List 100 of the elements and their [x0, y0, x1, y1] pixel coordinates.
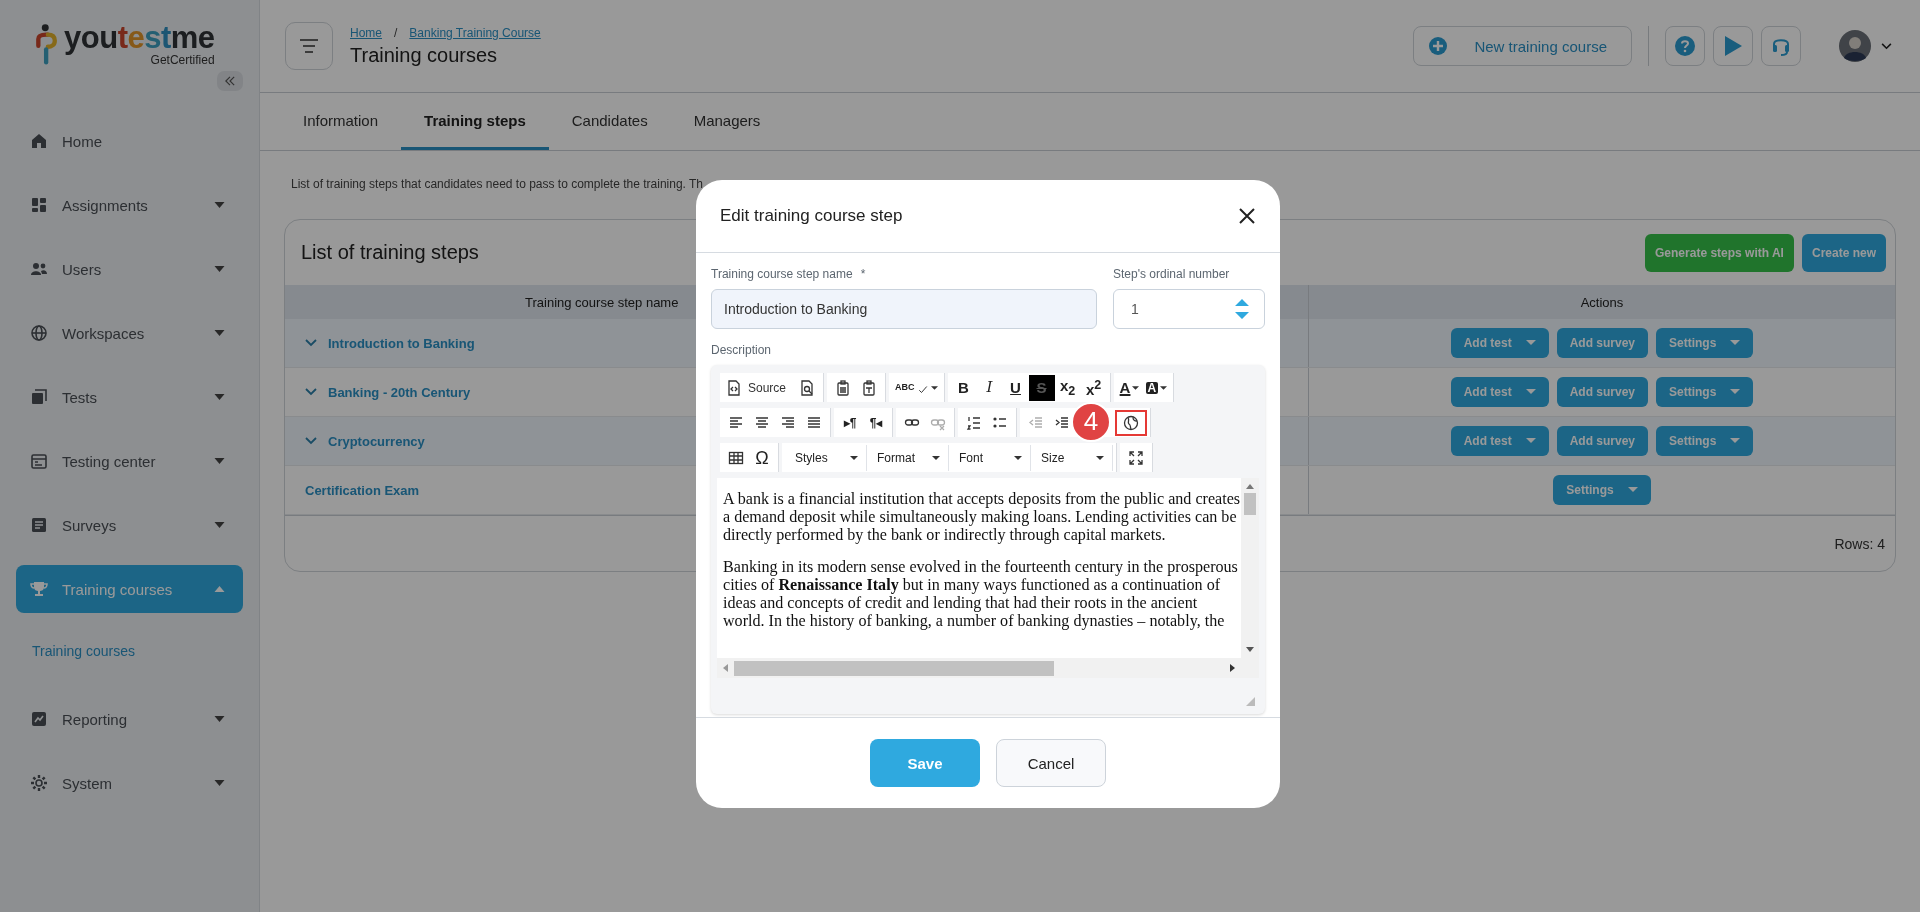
globe-button[interactable] [1115, 409, 1147, 436]
page-description: List of training steps that candidates need to pass to complete the training. Th [291, 177, 705, 191]
row-action-button[interactable]: Settings [1553, 475, 1651, 505]
create-button[interactable]: Create new [1801, 233, 1886, 272]
card-title: List of training steps [301, 241, 479, 264]
ltr-button[interactable]: ▸¶ [837, 409, 863, 436]
ordinal-number-field[interactable]: 1 [1113, 289, 1265, 329]
rtl-button[interactable]: ¶◂ [863, 409, 889, 436]
menu-button[interactable] [285, 22, 333, 70]
sidebar-item-label: Users [62, 260, 103, 278]
dropdown-button[interactable]: Format [867, 444, 949, 471]
tab[interactable]: Information [280, 93, 402, 150]
dropdown-button[interactable]: Styles [785, 444, 867, 471]
column-header: Actions [1579, 293, 1625, 312]
dropdown-button[interactable]: Font [949, 444, 1031, 471]
superscript-button[interactable]: x$^{2}$ [1080, 374, 1107, 401]
logo-wordmark: youtestme [64, 22, 215, 53]
sidebar-item[interactable]: Users [16, 245, 243, 294]
help-icon [1674, 35, 1696, 57]
sidebar-item-label: Home [62, 132, 103, 150]
scrollbar-thumb[interactable] [734, 660, 1054, 676]
row-action-button[interactable]: Settings [1656, 328, 1754, 358]
breadcrumb-link[interactable]: Banking Training Course [409, 25, 541, 40]
background-color-button[interactable]: A [1142, 374, 1171, 401]
scroll-right-icon[interactable] [1230, 664, 1235, 672]
cancel-button[interactable]: Cancel [996, 739, 1106, 787]
spinner-arrows-icon[interactable] [1235, 298, 1249, 320]
sidebar-item[interactable]: Assignments [16, 181, 243, 230]
breadcrumb-link[interactable]: Home [350, 25, 382, 40]
step-link[interactable]: Introduction to Banking [328, 335, 475, 351]
tab[interactable]: Managers [670, 93, 784, 150]
chevron-down-icon[interactable] [1881, 42, 1892, 50]
indent-icon [1054, 414, 1070, 431]
align-left-icon [728, 414, 744, 431]
sidebar-subitem[interactable]: Training courses [16, 629, 243, 672]
row-action-button[interactable]: Settings [1656, 426, 1754, 456]
user-avatar[interactable] [1839, 30, 1871, 62]
scroll-up-icon[interactable] [1246, 484, 1254, 489]
strike-button[interactable]: S [1028, 374, 1055, 401]
caret-icon [1525, 340, 1536, 346]
row-action-button[interactable]: Add survey [1556, 377, 1648, 407]
row-action-button[interactable]: Add test [1450, 328, 1549, 358]
chevron-icon[interactable] [305, 339, 317, 347]
row-action-button[interactable]: Add test [1450, 426, 1549, 456]
vertical-scrollbar[interactable] [1241, 478, 1259, 658]
row-action-button[interactable]: Add test [1450, 377, 1549, 407]
maximize-icon [1128, 449, 1144, 466]
trophy-icon [30, 580, 48, 599]
sidebar-item[interactable]: System [16, 759, 243, 808]
text-color-button[interactable]: A [1116, 374, 1143, 401]
scrollbar-thumb[interactable] [1244, 493, 1256, 515]
caret-icon [1730, 340, 1741, 346]
step-link[interactable]: Banking - 20th Century [328, 384, 471, 400]
align-right-icon [780, 414, 796, 431]
sidebar-item[interactable]: Tests [16, 373, 243, 422]
page-title: Training courses [350, 43, 499, 67]
plus-icon [1428, 36, 1449, 56]
editor-paragraph: A bank is a financial institution that accepts deposits from the public and creates a demand deposit while simultaneously making loans. Lending activities can be directly performed by the bank or indirectly through capital markets. [723, 490, 1241, 544]
dropdown-button[interactable]: Size [1031, 444, 1113, 471]
subscript-button[interactable]: x$_{2}$ [1054, 374, 1081, 401]
underline-button[interactable]: U [1002, 374, 1029, 401]
tab[interactable]: Training steps [401, 93, 549, 150]
sidebar-item-label: Tests [62, 388, 98, 406]
field-label: Description [711, 343, 773, 357]
close-icon [1238, 207, 1256, 225]
step-name-field[interactable]: Introduction to Banking [711, 289, 1097, 329]
chevron-icon[interactable] [305, 388, 317, 396]
collapse-sidebar-button[interactable] [217, 71, 243, 92]
caret-icon [850, 455, 858, 460]
list-icon [30, 516, 48, 535]
new-training-course-button[interactable]: New training course [1413, 26, 1632, 66]
code-document-icon [726, 379, 742, 396]
horizontal-scrollbar[interactable] [717, 658, 1259, 678]
support-headset-button[interactable] [1761, 26, 1801, 66]
caret-icon [1730, 389, 1741, 395]
sidebar-item[interactable]: Home [16, 117, 243, 166]
row-action-button[interactable]: Settings [1656, 377, 1754, 407]
step-link[interactable]: Cryptocurrency [328, 433, 425, 449]
italic-button[interactable]: I [976, 374, 1003, 401]
documents-icon [30, 388, 48, 407]
caret-icon [932, 455, 940, 460]
tab[interactable]: Candidates [548, 93, 671, 150]
sidebar-item[interactable]: Reporting [16, 695, 243, 744]
row-action-button[interactable]: Add survey [1556, 328, 1648, 358]
sidebar-item[interactable]: Testing center [16, 437, 243, 486]
required-mark: * [860, 267, 866, 281]
save-button[interactable]: Save [870, 739, 980, 787]
dialog-title: Edit training course step [720, 206, 903, 226]
chevron-icon[interactable] [305, 437, 317, 445]
sidebar-item[interactable]: Workspaces [16, 309, 243, 358]
play-button[interactable] [1713, 26, 1753, 66]
help-button[interactable] [1665, 26, 1705, 66]
sidebar-item[interactable]: Training courses [16, 565, 243, 614]
bold-button[interactable]: B [950, 374, 977, 401]
row-action-button[interactable]: Add survey [1556, 426, 1648, 456]
step-link[interactable]: Certification Exam [305, 482, 420, 498]
outdent-icon [1028, 414, 1044, 431]
sidebar-item[interactable]: Surveys [16, 501, 243, 550]
resize-handle-icon[interactable] [1246, 697, 1255, 706]
scroll-down-icon[interactable] [1246, 647, 1254, 652]
